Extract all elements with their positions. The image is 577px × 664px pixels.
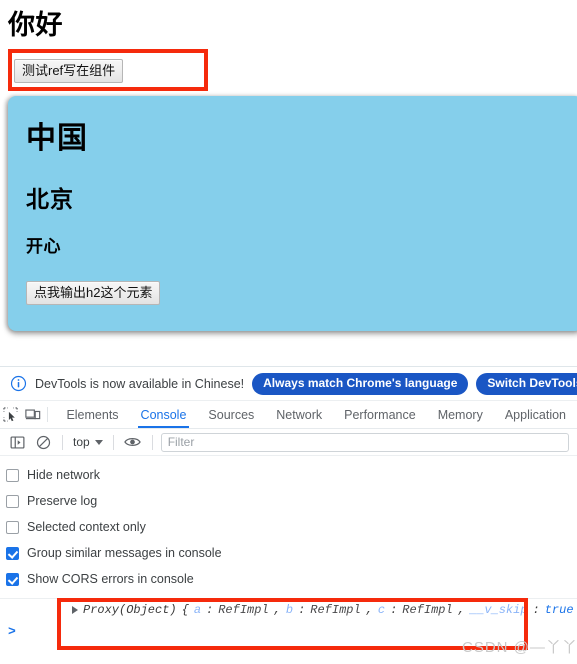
inspect-element-icon[interactable] bbox=[0, 401, 22, 428]
checkbox-preserve-log[interactable] bbox=[6, 494, 19, 508]
card-heading-city: 北京 bbox=[26, 186, 74, 212]
log-value-a[interactable]: RefImpl bbox=[218, 603, 268, 617]
checkbox-show-cors-errors[interactable] bbox=[6, 572, 19, 586]
setting-hide-network[interactable]: Hide network bbox=[0, 462, 577, 488]
log-key-b: b bbox=[285, 603, 294, 617]
always-match-language-button[interactable]: Always match Chrome's language bbox=[252, 372, 469, 395]
csdn-watermark: CSDN @—丫丫 bbox=[462, 639, 577, 656]
log-colon-1: : bbox=[298, 603, 306, 617]
card-heading-country: 中国 bbox=[26, 122, 88, 155]
component-card: 中国 北京 开心 点我输出h2这个元素 bbox=[8, 96, 577, 331]
devtools-panel: DevTools is now available in Chinese! Al… bbox=[0, 366, 577, 664]
log-value-c[interactable]: RefImpl bbox=[402, 603, 452, 617]
log-constructor-name: Proxy(Object) bbox=[83, 603, 177, 617]
clear-console-icon[interactable] bbox=[30, 435, 56, 450]
checkbox-hide-network[interactable] bbox=[6, 468, 19, 482]
tab-network[interactable]: Network bbox=[265, 401, 333, 428]
log-colon-2: : bbox=[390, 603, 398, 617]
switch-devtools-to-chinese-button[interactable]: Switch DevTools to Chinese bbox=[476, 372, 577, 395]
log-colon-3: : bbox=[532, 603, 540, 617]
log-key-a: a bbox=[193, 603, 202, 617]
log-sep-1: , bbox=[365, 603, 373, 617]
tabstrip-divider bbox=[47, 407, 49, 422]
setting-label-selected-context-only: Selected context only bbox=[27, 520, 146, 534]
log-sep-0: , bbox=[273, 603, 281, 617]
console-log-entry[interactable]: Proxy(Object) { a : RefImpl , b : RefImp… bbox=[72, 603, 577, 617]
setting-label-group-similar-messages: Group similar messages in console bbox=[27, 546, 222, 560]
notification-text: DevTools is now available in Chinese! bbox=[35, 376, 245, 391]
page-title: 你好 bbox=[8, 10, 63, 40]
tab-console[interactable]: Console bbox=[130, 401, 198, 428]
expand-triangle-icon[interactable] bbox=[72, 606, 78, 614]
log-key-v-skip: __v_skip bbox=[469, 603, 528, 617]
log-colon-0: : bbox=[206, 603, 214, 617]
setting-group-similar-messages[interactable]: Group similar messages in console bbox=[0, 540, 577, 566]
setting-preserve-log[interactable]: Preserve log bbox=[0, 488, 577, 514]
checkbox-selected-context-only[interactable] bbox=[6, 520, 19, 534]
log-value-v-skip: true bbox=[544, 603, 574, 617]
devtools-language-notification: DevTools is now available in Chinese! Al… bbox=[0, 367, 577, 401]
console-filter-input[interactable] bbox=[160, 432, 569, 452]
output-h2-element-button[interactable]: 点我输出h2这个元素 bbox=[26, 281, 161, 305]
tab-performance[interactable]: Performance bbox=[333, 401, 427, 428]
setting-label-hide-network: Hide network bbox=[27, 468, 100, 482]
card-heading-mood: 开心 bbox=[26, 237, 61, 256]
log-sep-2: , bbox=[457, 603, 465, 617]
toolbar-divider-2 bbox=[112, 434, 114, 450]
console-settings-list: Hide network Preserve log Selected conte… bbox=[0, 456, 577, 596]
tab-application[interactable]: Application bbox=[494, 401, 577, 428]
tab-elements[interactable]: Elements bbox=[55, 401, 129, 428]
toolbar-divider-3 bbox=[151, 434, 153, 450]
execution-context-value: top bbox=[73, 435, 90, 449]
test-ref-component-button[interactable]: 测试ref写在组件 bbox=[14, 59, 124, 83]
tab-memory[interactable]: Memory bbox=[427, 401, 494, 428]
console-toolbar: top bbox=[0, 429, 577, 456]
tab-sources[interactable]: Sources bbox=[197, 401, 265, 428]
toolbar-divider-1 bbox=[62, 434, 63, 450]
info-circle-icon bbox=[10, 375, 27, 392]
log-value-b[interactable]: RefImpl bbox=[310, 603, 360, 617]
devtools-tabstrip: Elements Console Sources Network Perform… bbox=[0, 401, 577, 429]
setting-selected-context-only[interactable]: Selected context only bbox=[0, 514, 577, 540]
log-key-c: c bbox=[377, 603, 386, 617]
setting-label-show-cors-errors: Show CORS errors in console bbox=[27, 572, 194, 586]
checkbox-group-similar-messages[interactable] bbox=[6, 546, 19, 560]
device-toolbar-icon[interactable] bbox=[22, 401, 44, 428]
console-sidebar-icon[interactable] bbox=[4, 435, 30, 450]
setting-label-preserve-log: Preserve log bbox=[27, 494, 98, 508]
web-page-viewport: 你好 测试ref写在组件 中国 北京 开心 点我输出h2这个元素 bbox=[0, 0, 577, 366]
chevron-down-icon bbox=[94, 439, 103, 445]
execution-context-select[interactable]: top bbox=[69, 434, 107, 450]
log-open-brace: { bbox=[181, 603, 189, 617]
live-expression-eye-icon[interactable] bbox=[120, 435, 146, 449]
setting-show-cors-errors[interactable]: Show CORS errors in console bbox=[0, 566, 577, 592]
console-prompt-chevron[interactable]: > bbox=[8, 624, 16, 639]
